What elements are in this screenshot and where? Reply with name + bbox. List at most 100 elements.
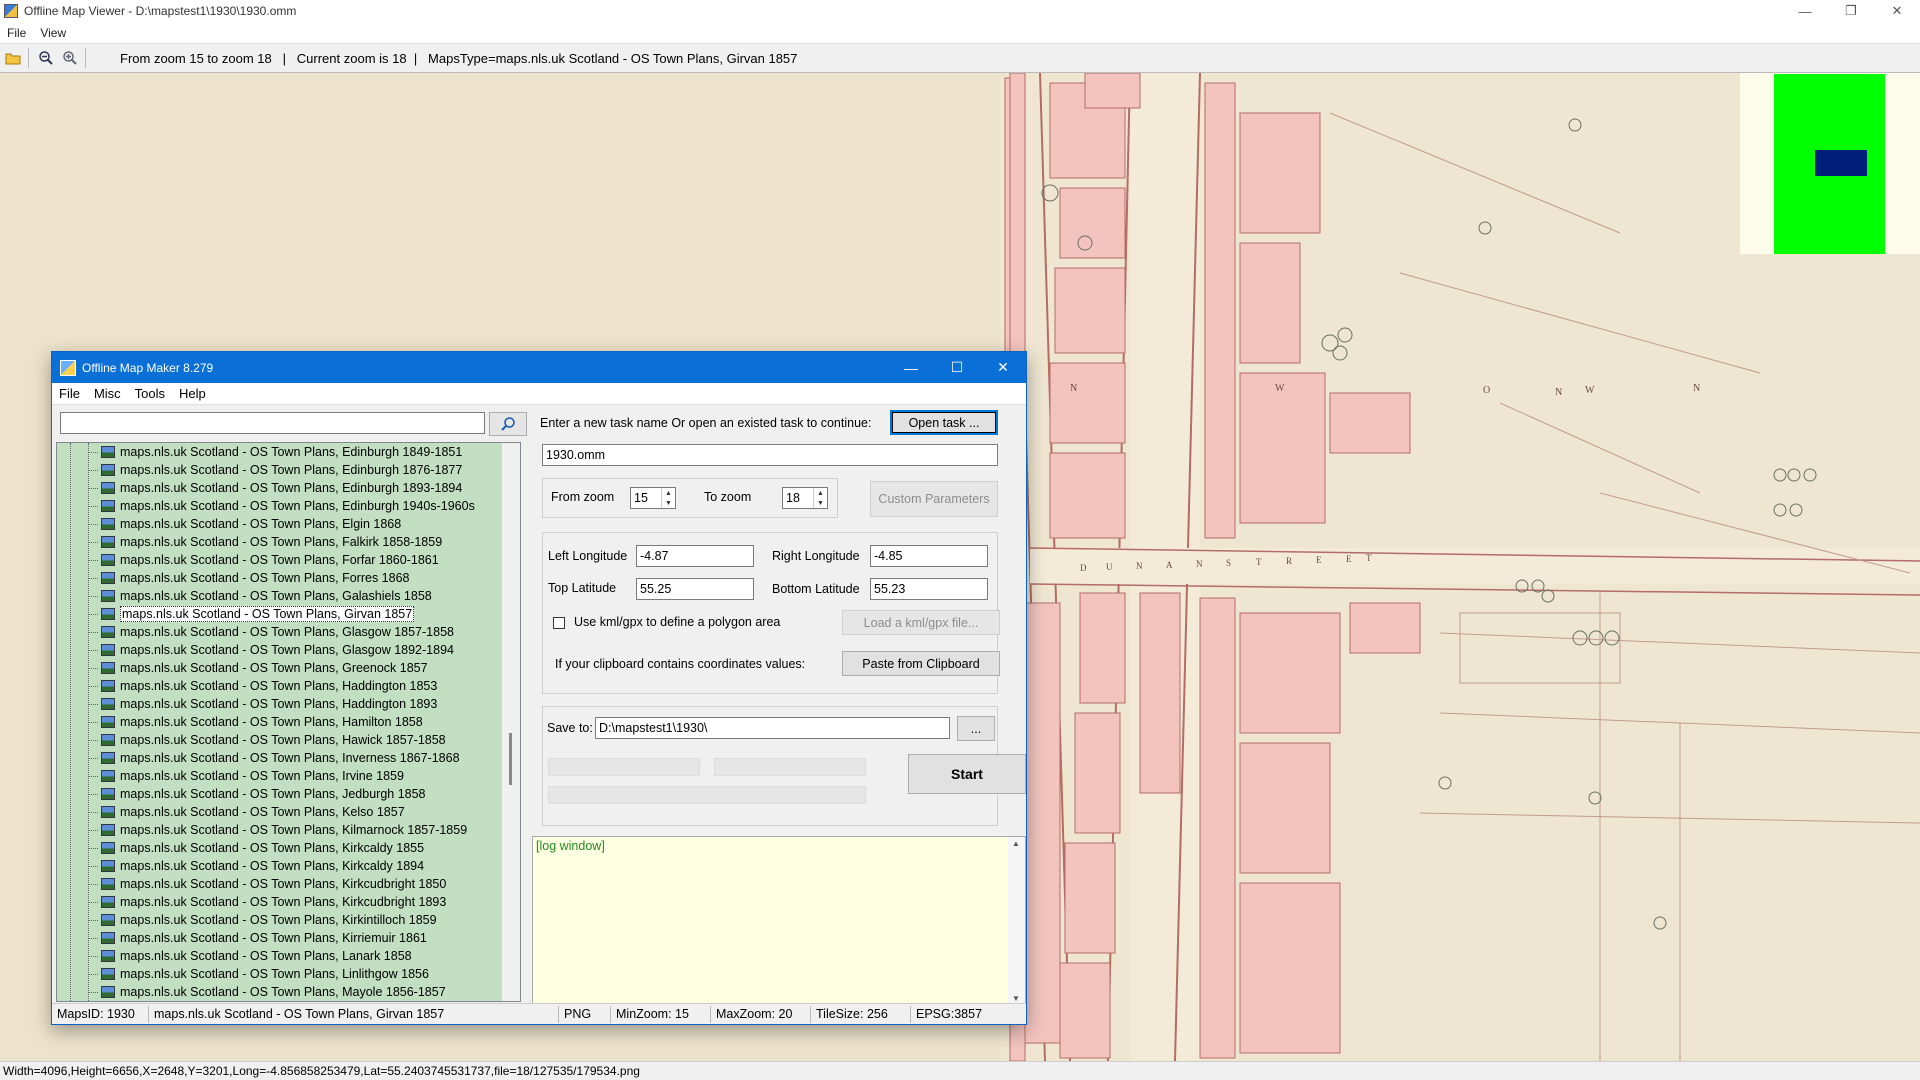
list-item[interactable]: maps.nls.uk Scotland - OS Town Plans, Ki… <box>57 911 502 929</box>
to-zoom-spinner[interactable]: 18 ▲ ▼ <box>782 487 828 509</box>
map-type-list: maps.nls.uk Scotland - OS Town Plans, Ed… <box>57 443 502 1001</box>
map-street-letter: N <box>1196 559 1203 569</box>
list-item[interactable]: maps.nls.uk Scotland - OS Town Plans, Gi… <box>57 605 502 623</box>
list-item[interactable]: maps.nls.uk Scotland - OS Town Plans, Ha… <box>57 677 502 695</box>
spin-down-icon[interactable]: ▼ <box>662 498 675 508</box>
menu-view[interactable]: View <box>33 26 73 40</box>
minimize-icon[interactable]: — <box>1782 0 1828 22</box>
list-item[interactable]: maps.nls.uk Scotland - OS Town Plans, Li… <box>57 965 502 983</box>
list-item[interactable]: maps.nls.uk Scotland - OS Town Plans, In… <box>57 749 502 767</box>
menu-misc[interactable]: Misc <box>87 386 128 401</box>
paste-from-clipboard-button[interactable]: Paste from Clipboard <box>842 651 1000 676</box>
list-item[interactable]: maps.nls.uk Scotland - OS Town Plans, La… <box>57 947 502 965</box>
list-item-label: maps.nls.uk Scotland - OS Town Plans, Fo… <box>120 553 439 567</box>
list-item[interactable]: maps.nls.uk Scotland - OS Town Plans, Ma… <box>57 983 502 1001</box>
from-zoom-spinner[interactable]: 15 ▲ ▼ <box>630 487 676 509</box>
map-thumbnail-icon <box>101 662 115 674</box>
list-item[interactable]: maps.nls.uk Scotland - OS Town Plans, Ki… <box>57 929 502 947</box>
minimize-icon[interactable]: — <box>888 352 934 383</box>
menu-tools[interactable]: Tools <box>128 386 172 401</box>
maximize-icon[interactable]: ☐ <box>934 352 980 383</box>
browse-folder-button[interactable]: ... <box>957 716 995 741</box>
map-thumbnail-icon <box>101 482 115 494</box>
zoom-out-icon[interactable] <box>35 47 57 69</box>
list-item[interactable]: maps.nls.uk Scotland - OS Town Plans, Gr… <box>57 659 502 677</box>
close-icon[interactable]: ✕ <box>1874 0 1920 22</box>
close-icon[interactable]: ✕ <box>980 352 1026 383</box>
tree-scrollbar-thumb[interactable] <box>509 733 512 785</box>
spinner-arrows[interactable]: ▲ ▼ <box>813 488 827 508</box>
to-zoom-value[interactable]: 18 <box>783 488 813 508</box>
search-input[interactable] <box>60 412 485 434</box>
right-longitude-field[interactable]: -4.85 <box>870 545 988 567</box>
load-kml-button[interactable]: Load a kml/gpx file... <box>842 610 1000 635</box>
menu-file[interactable]: File <box>0 26 33 40</box>
search-button[interactable] <box>489 412 527 436</box>
list-item[interactable]: maps.nls.uk Scotland - OS Town Plans, Ir… <box>57 767 502 785</box>
list-item[interactable]: maps.nls.uk Scotland - OS Town Plans, Ke… <box>57 803 502 821</box>
list-item[interactable]: maps.nls.uk Scotland - OS Town Plans, El… <box>57 515 502 533</box>
list-item[interactable]: maps.nls.uk Scotland - OS Town Plans, Ki… <box>57 893 502 911</box>
map-street-letter: N <box>1136 561 1143 571</box>
list-item[interactable]: maps.nls.uk Scotland - OS Town Plans, Ki… <box>57 839 502 857</box>
list-item[interactable]: maps.nls.uk Scotland - OS Town Plans, Ed… <box>57 479 502 497</box>
list-item[interactable]: maps.nls.uk Scotland - OS Town Plans, Je… <box>57 785 502 803</box>
restore-icon[interactable]: ❐ <box>1828 0 1874 22</box>
list-item-label: maps.nls.uk Scotland - OS Town Plans, Ed… <box>120 445 463 459</box>
list-item[interactable]: maps.nls.uk Scotland - OS Town Plans, Ed… <box>57 443 502 461</box>
map-street-letter: R <box>1286 556 1292 566</box>
start-button[interactable]: Start <box>908 754 1026 794</box>
zoom-in-icon[interactable] <box>59 47 81 69</box>
list-item[interactable]: maps.nls.uk Scotland - OS Town Plans, Ha… <box>57 731 502 749</box>
toolbar-separator <box>85 48 86 68</box>
from-zoom-value[interactable]: 15 <box>631 488 661 508</box>
spin-up-icon[interactable]: ▲ <box>814 488 827 498</box>
viewer-window-controls: — ❐ ✕ <box>1782 0 1920 22</box>
map-thumbnail-icon <box>101 860 115 872</box>
scroll-up-icon[interactable]: ▲ <box>1012 839 1020 848</box>
task-name-field[interactable]: 1930.omm <box>542 444 998 466</box>
map-street-letter: E <box>1316 555 1322 565</box>
app-icon <box>4 4 18 18</box>
spin-down-icon[interactable]: ▼ <box>814 498 827 508</box>
log-scrollbar[interactable]: ▲ ▼ <box>1008 837 1025 1005</box>
list-item[interactable]: maps.nls.uk Scotland - OS Town Plans, Fo… <box>57 551 502 569</box>
map-thumbnail-icon <box>101 680 115 692</box>
spinner-arrows[interactable]: ▲ ▼ <box>661 488 675 508</box>
list-item[interactable]: maps.nls.uk Scotland - OS Town Plans, Ki… <box>57 821 502 839</box>
list-item[interactable]: maps.nls.uk Scotland - OS Town Plans, Ki… <box>57 857 502 875</box>
list-item[interactable]: maps.nls.uk Scotland - OS Town Plans, Ha… <box>57 695 502 713</box>
list-item[interactable]: maps.nls.uk Scotland - OS Town Plans, Ha… <box>57 713 502 731</box>
top-latitude-field[interactable]: 55.25 <box>636 578 754 600</box>
list-item[interactable]: maps.nls.uk Scotland - OS Town Plans, Fa… <box>57 533 502 551</box>
list-item[interactable]: maps.nls.uk Scotland - OS Town Plans, Gl… <box>57 641 502 659</box>
list-item[interactable]: maps.nls.uk Scotland - OS Town Plans, Ga… <box>57 587 502 605</box>
scroll-down-icon[interactable]: ▼ <box>1012 994 1020 1003</box>
map-thumbnail-icon <box>101 770 115 782</box>
map-street-letter: S <box>1226 558 1231 568</box>
open-folder-icon[interactable] <box>2 47 24 69</box>
overview-viewport-marker[interactable] <box>1815 150 1867 176</box>
to-zoom-label: To zoom <box>704 490 752 504</box>
tree-scrollbar[interactable] <box>502 443 520 1001</box>
left-longitude-field[interactable]: -4.87 <box>636 545 754 567</box>
save-path-field[interactable]: D:\mapstest1\1930\ <box>595 717 950 739</box>
list-item[interactable]: maps.nls.uk Scotland - OS Town Plans, Gl… <box>57 623 502 641</box>
overview-minimap[interactable] <box>1740 73 1920 254</box>
list-item[interactable]: maps.nls.uk Scotland - OS Town Plans, Ed… <box>57 461 502 479</box>
list-item[interactable]: maps.nls.uk Scotland - OS Town Plans, Fo… <box>57 569 502 587</box>
custom-parameters-button[interactable]: Custom Parameters <box>870 481 998 517</box>
spin-up-icon[interactable]: ▲ <box>662 488 675 498</box>
log-window[interactable]: [log window] ▲ ▼ <box>532 836 1026 1006</box>
menu-help[interactable]: Help <box>172 386 213 401</box>
list-item[interactable]: maps.nls.uk Scotland - OS Town Plans, Ki… <box>57 875 502 893</box>
open-task-button[interactable]: Open task ... <box>890 410 998 435</box>
list-item-label: maps.nls.uk Scotland - OS Town Plans, Gl… <box>120 625 454 639</box>
menu-file[interactable]: File <box>52 386 87 401</box>
right-longitude-label: Right Longitude <box>772 549 860 563</box>
list-item[interactable]: maps.nls.uk Scotland - OS Town Plans, Ed… <box>57 497 502 515</box>
map-list-pane: maps.nls.uk Scotland - OS Town Plans, Ed… <box>52 406 527 1003</box>
map-type-tree[interactable]: maps.nls.uk Scotland - OS Town Plans, Ed… <box>56 442 521 1002</box>
use-kml-checkbox[interactable] <box>553 617 565 629</box>
bottom-latitude-field[interactable]: 55.23 <box>870 578 988 600</box>
